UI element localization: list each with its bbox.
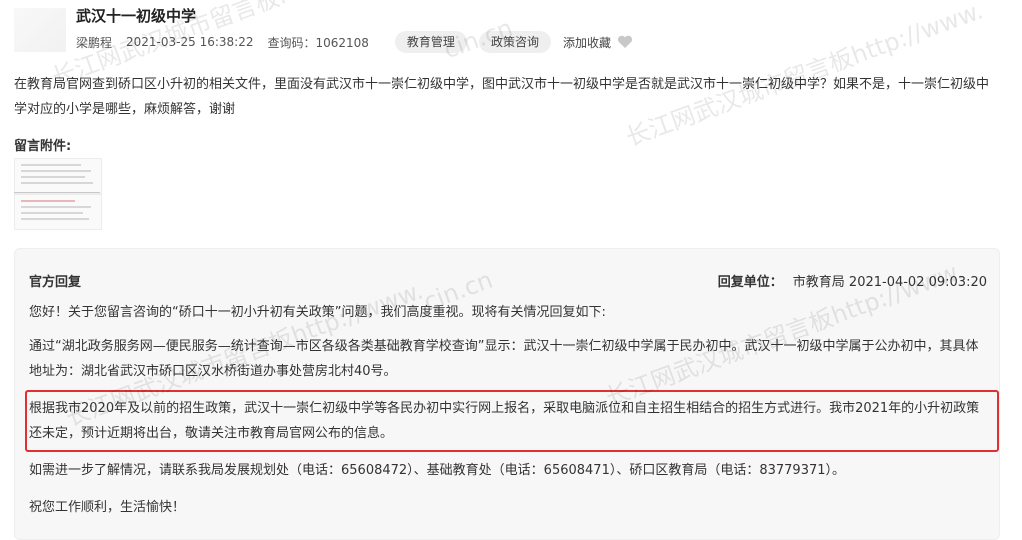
query-code: 查询码：1062108 [267,35,369,50]
reply-unit: 回复单位： 市教育局 2021-04-02 09:03:20 [718,271,987,290]
reply-paragraph-closing: 祝您工作顺利，生活愉快！ [29,500,186,515]
attachment-divider [14,192,100,193]
reply-unit-value: 市教育局 2021-04-02 09:03:20 [792,275,987,290]
tag-education-management[interactable]: 教育管理 [394,31,467,53]
reply-paragraph-greeting: 您好！关于您留言咨询的“硚口十一初小升初有关政策”问题，我们高度重视。现将有关情… [29,305,606,320]
message-title: 武汉十一初级中学 [76,7,197,25]
attachments-label: 留言附件: [14,139,72,154]
heart-icon[interactable] [617,35,633,49]
question-text: 在教育局官网查到硚口区小升初的相关文件，里面没有武汉市十一崇仁初级中学，图中武汉… [14,77,990,117]
message-meta: 梁鹏程 2021-03-25 16:38:22 查询码：1062108 教育管理… [76,31,633,53]
official-reply-panel: 官方回复 回复单位： 市教育局 2021-04-02 09:03:20 您好！关于… [14,248,1000,540]
reply-paragraph-school-info: 通过“湖北政务服务网—便民服务—统计查询—市区各级各类基础教育学校查询”显示：武… [29,339,979,379]
reply-unit-label: 回复单位： [717,275,783,290]
reply-paragraph-contacts: 如需进一步了解情况，请联系我局发展规划处（电话：65608472）、基础教育处（… [29,463,846,478]
attachment-page-2 [14,194,102,230]
attachment-thumbnail[interactable] [14,158,102,230]
reply-paragraph-enrollment-policy: 根据我市2020年及以前的招生政策，武汉十一崇仁初级中学等各民办初中实行网上报名… [29,401,980,441]
attachment-page-1 [14,158,102,194]
post-datetime: 2021-03-25 16:38:22 [126,35,254,49]
header-thumbnail [14,8,66,52]
author-name: 梁鹏程 [76,35,113,50]
reply-heading: 官方回复 [29,275,82,290]
tag-policy-inquiry[interactable]: 政策咨询 [478,31,551,53]
add-favorite-button[interactable]: 添加收藏 [563,34,611,51]
message-header: 武汉十一初级中学 梁鹏程 2021-03-25 16:38:22 查询码：106… [0,0,1022,60]
